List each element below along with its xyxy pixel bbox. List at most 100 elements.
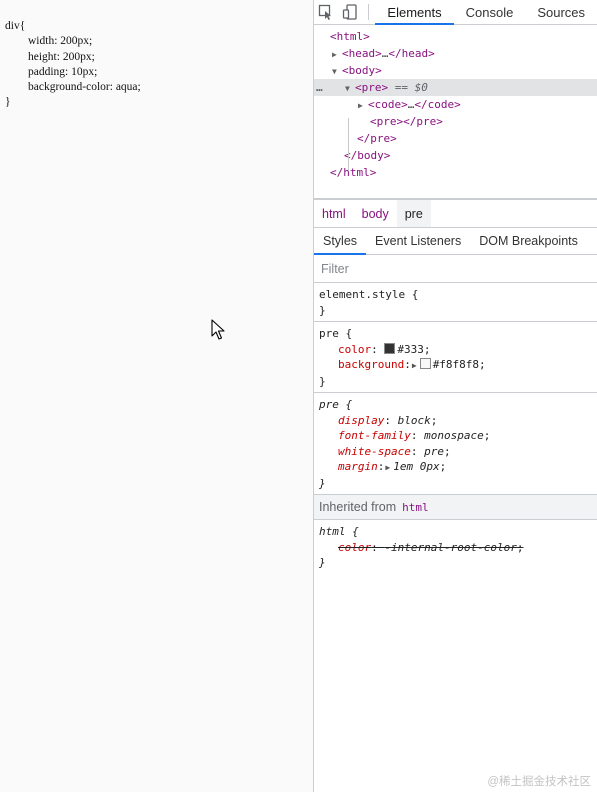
expand-triangle-icon[interactable]: ▶ — [358, 97, 368, 114]
declaration-margin[interactable]: margin:▶ 1em 0px; — [319, 459, 592, 476]
breadcrumb-body[interactable]: body — [354, 200, 397, 227]
breadcrumb: html body pre — [314, 199, 597, 228]
declaration-white-space[interactable]: white-space: pre; — [319, 444, 592, 460]
property-name: background — [338, 358, 405, 371]
breadcrumb-label: html — [322, 206, 346, 221]
property-name: color — [338, 342, 372, 356]
dom-node-code[interactable]: ▶ <code>…</code> — [314, 96, 597, 113]
inherited-from-header: Inherited from html — [314, 495, 597, 520]
property-name: color — [338, 540, 372, 554]
property-value: #333 — [397, 342, 424, 356]
breadcrumb-label: body — [361, 206, 389, 221]
toolbar-divider — [368, 4, 370, 20]
rule-pre-author[interactable]: pre { color: #333; background:▶ #f8f8f8; … — [314, 322, 597, 393]
devtools-toolbar: Elements Console Sources — [314, 0, 597, 25]
property-name: display — [338, 413, 385, 427]
rule-brace: { — [352, 525, 359, 538]
rule-brace: { — [411, 288, 419, 301]
rule-brace: { — [345, 327, 353, 340]
dom-node-html-close[interactable]: </html> — [314, 164, 597, 181]
property-name: margin — [338, 460, 378, 473]
dom-tag: <code> — [368, 98, 408, 111]
dom-tag: <body> — [342, 64, 382, 77]
devtools-panel: Elements Console Sources <html> ▶ <head>…… — [313, 0, 597, 792]
tab-elements-label: Elements — [387, 4, 442, 20]
rule-brace: } — [319, 556, 326, 569]
dom-tag: <pre> — [370, 115, 404, 128]
declaration-font-family[interactable]: font-family: monospace; — [319, 428, 592, 444]
more-actions-icon[interactable]: … — [316, 79, 324, 96]
tab-styles-label: Styles — [323, 234, 358, 248]
page-code-block: div{ width: 200px; height: 200px; paddin… — [5, 20, 141, 109]
dom-node-body-close[interactable]: </body> — [314, 147, 597, 164]
rule-pre-user-agent[interactable]: pre { display: block; font-family: monos… — [314, 393, 597, 495]
property-name: white-space — [338, 444, 411, 458]
tab-dom-breakpoints[interactable]: DOM Breakpoints — [470, 228, 587, 254]
dom-node-pre-close[interactable]: </pre> — [314, 130, 597, 147]
watermark: @稀土掘金技术社区 — [487, 776, 591, 788]
dom-tag: </pre> — [357, 132, 397, 145]
tab-sources-label: Sources — [537, 4, 586, 20]
declaration-display[interactable]: display: block; — [319, 413, 592, 429]
tree-guide-line — [348, 118, 349, 171]
filter-bar — [314, 255, 597, 283]
dom-tag: </head> — [388, 47, 435, 60]
rule-element-style[interactable]: element.style { } — [314, 283, 597, 322]
property-name: font-family — [338, 429, 411, 442]
rule-brace: { — [345, 398, 353, 411]
rule-selector: html — [319, 525, 346, 538]
mouse-cursor-icon — [211, 319, 225, 340]
dom-node-head[interactable]: ▶ <head>…</head> — [314, 45, 597, 62]
declaration-color-overridden[interactable]: color: -internal-root-color; — [319, 540, 592, 556]
tab-console[interactable]: Console — [454, 0, 526, 24]
dom-node-pre-selected[interactable]: … ▼ <pre> == $0 — [314, 79, 597, 96]
property-value: monospace — [424, 429, 484, 442]
dom-tag: </body> — [344, 149, 391, 162]
dom-tag: </pre> — [403, 115, 443, 128]
declaration-color[interactable]: color: #333; — [319, 342, 592, 358]
property-value: -internal-root-color — [384, 540, 517, 554]
color-swatch-icon[interactable] — [384, 342, 396, 354]
collapse-triangle-icon[interactable]: ▼ — [345, 80, 355, 97]
expand-triangle-icon[interactable]: ▶ — [332, 46, 342, 63]
tab-event-listeners-label: Event Listeners — [375, 234, 462, 248]
tab-sources[interactable]: Sources — [525, 0, 597, 24]
selected-node-marker: == $0 — [388, 81, 428, 94]
rule-brace: } — [319, 476, 326, 490]
inherited-node-link[interactable]: html — [402, 501, 429, 514]
property-value: 1em 0px — [393, 460, 440, 473]
property-value: block — [397, 413, 431, 427]
tab-styles[interactable]: Styles — [314, 228, 367, 255]
rule-selector: pre — [319, 398, 339, 411]
dom-tag: </html> — [330, 166, 377, 179]
inspect-element-icon[interactable] — [314, 0, 338, 24]
dom-tag: </code> — [414, 98, 461, 111]
collapse-triangle-icon[interactable]: ▼ — [332, 63, 342, 80]
rule-brace: } — [319, 303, 326, 317]
dom-node-inner-pre[interactable]: <pre></pre> — [314, 113, 597, 130]
dom-node-html[interactable]: <html> — [314, 28, 597, 45]
dom-tag: <head> — [342, 47, 382, 60]
color-swatch-icon[interactable] — [419, 358, 431, 369]
breadcrumb-pre[interactable]: pre — [396, 200, 431, 227]
dom-tag: <html> — [330, 30, 370, 43]
rule-selector: pre — [319, 327, 339, 340]
rule-html-user-agent[interactable]: html { color: -internal-root-color; } — [314, 520, 597, 574]
breadcrumb-html[interactable]: html — [314, 200, 354, 227]
expand-shorthand-icon[interactable]: ▶ — [412, 358, 417, 374]
property-value: #f8f8f8 — [432, 358, 480, 371]
page-preview: div{ width: 200px; height: 200px; paddin… — [0, 0, 313, 792]
tab-dom-breakpoints-label: DOM Breakpoints — [479, 234, 578, 248]
styles-filter-input[interactable] — [321, 261, 571, 276]
tab-event-listeners[interactable]: Event Listeners — [366, 228, 470, 254]
dom-tag: <pre> — [355, 81, 389, 94]
expand-shorthand-icon[interactable]: ▶ — [385, 460, 390, 476]
dom-node-body[interactable]: ▼ <body> — [314, 62, 597, 79]
declaration-background[interactable]: background:▶ #f8f8f8; — [319, 357, 592, 374]
property-value: pre — [424, 444, 444, 458]
tab-elements[interactable]: Elements — [375, 0, 454, 25]
rule-selector: element.style — [319, 288, 406, 301]
dom-tree: <html> ▶ <head>…</head> ▼ <body> … ▼ <pre> … — [314, 25, 597, 199]
rule-brace: } — [319, 374, 326, 388]
device-toolbar-icon[interactable] — [338, 0, 362, 24]
